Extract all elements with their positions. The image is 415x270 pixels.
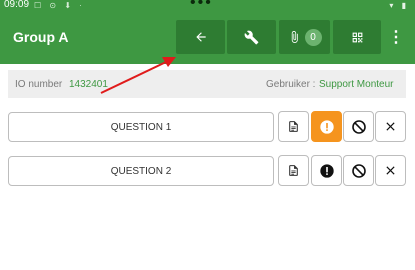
status-time: 09:09	[4, 0, 30, 10]
question-2-document-button[interactable]	[278, 155, 309, 186]
app-bar: Group A 0 ⋮	[0, 12, 415, 64]
question-2-button[interactable]: QUESTION 2	[8, 156, 274, 186]
close-icon	[386, 122, 395, 131]
status-system-icons: ▾ ▮	[389, 1, 409, 10]
close-icon	[386, 166, 395, 175]
user-label: Gebruiker :	[266, 79, 316, 90]
wrench-icon	[244, 30, 259, 44]
question-1-close-button[interactable]	[375, 111, 406, 142]
status-dots-icon: •••	[190, 0, 213, 11]
attachments-button[interactable]: 0	[279, 20, 330, 54]
document-icon	[289, 121, 298, 132]
question-1-info-button[interactable]	[311, 111, 342, 142]
tools-button[interactable]	[227, 20, 276, 54]
question-2-block-button[interactable]	[343, 155, 374, 186]
question-2-close-button[interactable]	[375, 155, 406, 186]
info-icon	[319, 163, 334, 178]
page-title: Group A	[13, 29, 69, 45]
status-bar: 09:09 ☐ ⊙ ⬇ · ••• ▾ ▮	[0, 0, 415, 12]
status-notification-icons: ☐ ⊙ ⬇ ·	[34, 1, 85, 10]
question-1-block-button[interactable]	[343, 111, 374, 142]
more-vert-icon[interactable]: ⋮	[388, 24, 404, 50]
back-button[interactable]	[176, 20, 225, 54]
block-icon	[351, 163, 366, 178]
question-1-button[interactable]: QUESTION 1	[8, 112, 274, 142]
question-2-info-button[interactable]	[311, 155, 342, 186]
info-icon	[319, 119, 334, 134]
info-bar: IO number 1432401 Gebruiker : Support Mo…	[8, 70, 406, 98]
io-number-value: 1432401	[69, 79, 108, 90]
document-icon	[289, 165, 298, 176]
question-1-document-button[interactable]	[278, 111, 309, 142]
block-icon	[351, 119, 366, 134]
user-value: Support Monteur	[319, 79, 394, 90]
paperclip-icon	[291, 31, 298, 43]
qr-code-icon	[352, 32, 362, 42]
back-arrow-icon	[195, 32, 206, 42]
qr-scan-button[interactable]	[333, 20, 381, 54]
attachment-count-badge: 0	[304, 28, 322, 46]
io-number-label: IO number	[15, 79, 63, 90]
